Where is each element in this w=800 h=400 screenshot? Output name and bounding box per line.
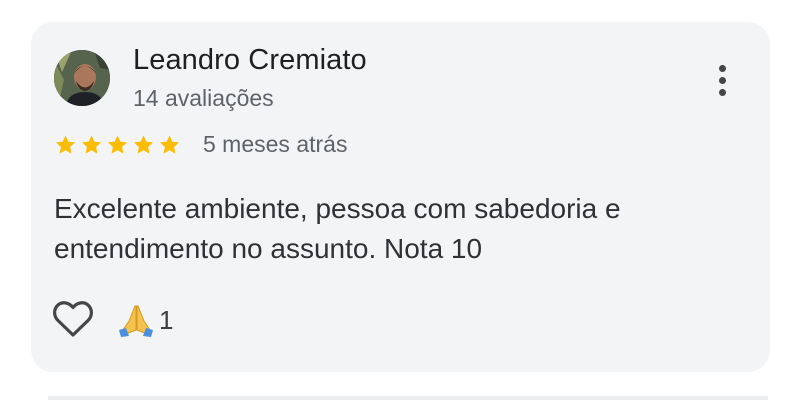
review-card: Leandro Cremiato 14 avaliações 5 meses a… bbox=[31, 22, 770, 372]
star-icon bbox=[82, 135, 101, 154]
star-icon bbox=[108, 135, 127, 154]
avatar[interactable] bbox=[54, 50, 110, 106]
heart-outline-icon bbox=[53, 301, 93, 337]
star-rating bbox=[53, 133, 182, 157]
star-icon bbox=[56, 135, 75, 154]
review-time: 5 meses atrás bbox=[203, 131, 348, 157]
avatar-image bbox=[54, 50, 110, 106]
star-icon bbox=[134, 135, 153, 154]
more-vert-icon-dot bbox=[718, 88, 726, 96]
like-button[interactable] bbox=[52, 300, 94, 338]
review-text: Excelente ambiente, pessoa com sabedoria… bbox=[54, 193, 621, 264]
star-icon bbox=[160, 135, 179, 154]
divider bbox=[48, 396, 768, 400]
author-name[interactable]: Leandro Cremiato bbox=[133, 44, 367, 77]
praying-hands-icon bbox=[119, 305, 153, 337]
reaction-count: 1 bbox=[159, 304, 174, 335]
more-vert-icon-dot bbox=[718, 76, 726, 84]
more-vert-icon bbox=[718, 64, 726, 72]
author-review-count: 14 avaliações bbox=[133, 85, 274, 111]
reaction-chip[interactable]: 1 bbox=[117, 302, 173, 338]
more-options-button[interactable] bbox=[707, 60, 737, 100]
